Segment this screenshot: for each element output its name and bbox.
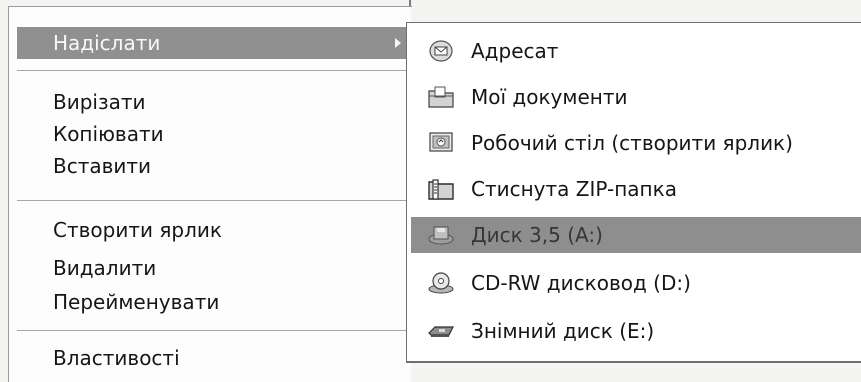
menu-separator — [17, 70, 411, 72]
menu-item-label: Вставити — [53, 154, 152, 178]
menu-item-label: Вирізати — [53, 90, 146, 114]
removable-disk-icon — [428, 326, 454, 337]
submenu-item-removable-disk[interactable]: Знімний диск (E:) — [407, 313, 861, 349]
submenu-bottom-edge — [406, 362, 861, 363]
floppy-drive-icon — [428, 226, 454, 245]
desktop-area: Надіслати Вирізати Копіювати Вставити Ст… — [0, 0, 861, 382]
context-menu: Надіслати Вирізати Копіювати Вставити Ст… — [8, 6, 411, 382]
menu-item-label: Видалити — [53, 256, 157, 280]
menu-item-properties[interactable]: Властивості — [9, 342, 411, 374]
menu-separator — [17, 200, 411, 202]
menu-item-send-to[interactable]: Надіслати — [17, 27, 411, 59]
submenu-item-label: Мої документи — [471, 85, 628, 109]
menu-item-cut[interactable]: Вирізати — [9, 86, 411, 118]
zip-folder-icon — [428, 179, 454, 200]
menu-item-paste[interactable]: Вставити — [9, 150, 411, 182]
menu-item-label: Властивості — [53, 346, 180, 370]
mail-recipient-icon — [429, 40, 453, 62]
submenu-item-mail-recipient[interactable]: Адресат — [407, 33, 861, 69]
submenu-item-label: Знімний диск (E:) — [471, 319, 655, 343]
submenu-item-desktop[interactable]: Робочий стіл (створити ярлик) — [407, 125, 861, 161]
submenu-item-label: Адресат — [471, 39, 559, 63]
submenu-arrow-icon — [395, 38, 401, 48]
menu-item-copy[interactable]: Копіювати — [9, 118, 411, 150]
submenu-item-label: Диск 3,5 (A:) — [471, 223, 603, 247]
submenu-item-zip-folder[interactable]: Стиснута ZIP-папка — [407, 171, 861, 207]
desktop-icon — [429, 132, 453, 152]
menu-item-create-shortcut[interactable]: Створити ярлик — [9, 214, 411, 246]
menu-item-delete[interactable]: Видалити — [9, 252, 411, 284]
submenu-item-label: CD-RW дисковод (D:) — [471, 271, 691, 295]
submenu-item-label: Стиснута ZIP-папка — [471, 177, 677, 201]
menu-item-rename[interactable]: Перейменувати — [9, 286, 411, 318]
menu-item-label: Створити ярлик — [53, 218, 222, 242]
send-to-submenu: Адресат Мої документи Робочий стіл (ство… — [406, 22, 861, 362]
submenu-item-floppy-drive[interactable]: Диск 3,5 (A:) — [411, 217, 861, 253]
menu-item-label: Копіювати — [53, 122, 164, 146]
menu-separator — [17, 330, 411, 332]
menu-item-label: Перейменувати — [53, 290, 220, 314]
submenu-item-my-documents[interactable]: Мої документи — [407, 79, 861, 115]
submenu-item-cd-drive[interactable]: CD-RW дисковод (D:) — [407, 265, 861, 301]
folder-icon — [428, 86, 454, 108]
submenu-item-label: Робочий стіл (створити ярлик) — [471, 131, 793, 155]
cd-drive-icon — [428, 272, 454, 294]
menu-item-label: Надіслати — [53, 31, 161, 55]
